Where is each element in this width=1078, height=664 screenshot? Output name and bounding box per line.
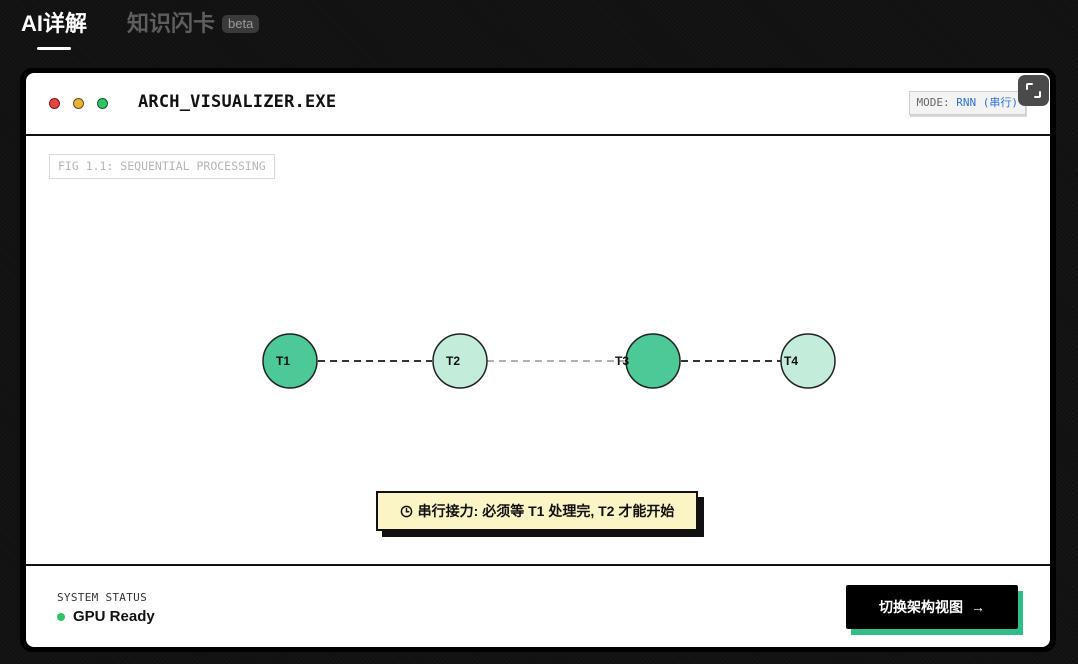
clock-icon xyxy=(400,505,413,517)
window-close-dot[interactable] xyxy=(49,98,60,109)
beta-badge: beta xyxy=(222,15,260,33)
switch-architecture-label: 切换架构视图 xyxy=(879,599,963,615)
mode-label: MODE: xyxy=(916,96,950,109)
expand-icon xyxy=(1026,83,1041,98)
tip-callout: 串行接力: 必须等 T1 处理完, T2 才能开始 xyxy=(376,491,698,531)
node-label-t4: T4 xyxy=(784,354,798,368)
tab-ai-detail-label: AI详解 xyxy=(21,11,88,36)
tab-ai-detail[interactable]: AI详解 xyxy=(21,9,88,50)
tab-flash-cards-label: 知识闪卡 xyxy=(127,11,216,36)
node-label-t1: T1 xyxy=(276,354,290,368)
switch-architecture-button[interactable]: 切换架构视图 → xyxy=(846,585,1018,629)
window-title: ARCH_VISUALIZER.EXE xyxy=(138,92,337,112)
window-maximize-dot[interactable] xyxy=(97,98,108,109)
node-label-t2: T2 xyxy=(446,354,460,368)
window-minimize-dot[interactable] xyxy=(73,98,84,109)
window-header: ARCH_VISUALIZER.EXE MODE: RNN (串行) xyxy=(26,73,1050,136)
node-t3 xyxy=(625,333,681,389)
system-status-value: GPU Ready xyxy=(73,608,155,625)
mode-value: RNN (串行) xyxy=(956,96,1018,109)
status-indicator-dot xyxy=(57,612,65,621)
window-footer: SYSTEM STATUS GPU Ready 切换架构视图 → xyxy=(26,564,1050,647)
arrow-right-icon: → xyxy=(971,599,985,615)
system-status-label: SYSTEM STATUS xyxy=(57,591,147,604)
top-tabs: AI详解 知识闪卡 beta xyxy=(21,9,260,53)
tab-flash-cards[interactable]: 知识闪卡 beta xyxy=(127,9,260,39)
expand-button[interactable] xyxy=(1018,75,1049,106)
mode-badge: MODE: RNN (串行) xyxy=(908,91,1026,115)
visualizer-window: ARCH_VISUALIZER.EXE MODE: RNN (串行) FIG 1… xyxy=(26,73,1050,647)
tip-text: 串行接力: 必须等 T1 处理完, T2 才能开始 xyxy=(417,503,675,519)
node-label-t3: T3 xyxy=(615,354,629,368)
system-status: GPU Ready xyxy=(57,608,155,625)
